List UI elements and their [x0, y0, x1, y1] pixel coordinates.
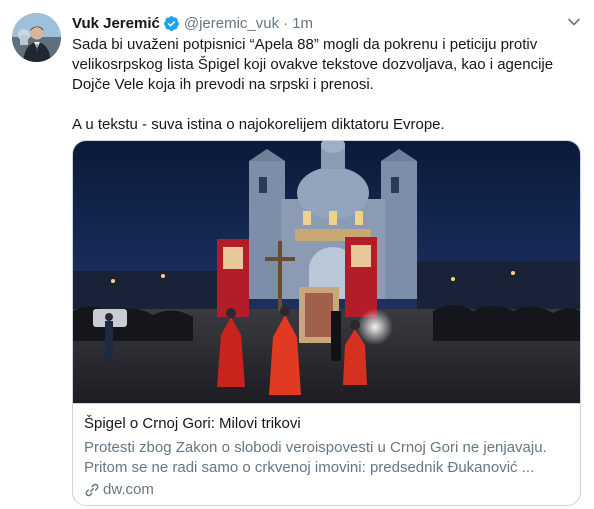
timestamp[interactable]: 1m — [292, 15, 313, 32]
tweet-text: Sada bi uvaženi potpisnici “Apela 88” mo… — [72, 35, 572, 135]
author-name[interactable]: Vuk Jeremić — [72, 15, 160, 32]
separator-dot: · — [283, 14, 289, 32]
card-domain-text[interactable]: dw.com — [103, 480, 154, 500]
link-preview-card[interactable]: Špigel o Crnoj Gori: Milovi trikovi Prot… — [72, 140, 581, 506]
author-handle[interactable]: @jeremic_vuk — [184, 15, 279, 32]
card-title[interactable]: Špigel o Crnoj Gori: Milovi trikovi — [84, 414, 569, 434]
card-description: Protesti zbog Zakon o slobodi veroispove… — [84, 438, 569, 478]
avatar[interactable] — [12, 13, 61, 62]
card-image[interactable] — [73, 141, 580, 403]
tweet[interactable]: Vuk Jeremić @jeremic_vuk · 1m Sada bi uv… — [0, 0, 594, 509]
tweet-text-line: velikosrpskog lista Špigel koji ovakve t… — [72, 56, 554, 73]
tweet-text-line: Sada bi uvaženi potpisnici “Apela 88” mo… — [72, 36, 538, 53]
tweet-text-line: Dojče Vele koja ih prevodi na srpski i p… — [72, 76, 374, 93]
avatar-image — [12, 13, 61, 62]
card-text-area[interactable]: Špigel o Crnoj Gori: Milovi trikovi Prot… — [73, 403, 580, 500]
tweet-text-line: A u tekstu - suva istina o najokorelijem… — [72, 116, 445, 133]
link-icon — [84, 482, 100, 498]
verified-badge-icon — [163, 15, 180, 32]
chevron-down-icon[interactable] — [566, 14, 582, 30]
card-description-line: Protesti zbog Zakon o slobodi veroispove… — [84, 439, 547, 456]
card-domain[interactable]: dw.com — [84, 480, 569, 500]
card-description-line: Pritom se ne radi samo o crkvenoj imovin… — [84, 459, 535, 476]
tweet-header: Vuk Jeremić @jeremic_vuk · 1m — [72, 13, 313, 33]
